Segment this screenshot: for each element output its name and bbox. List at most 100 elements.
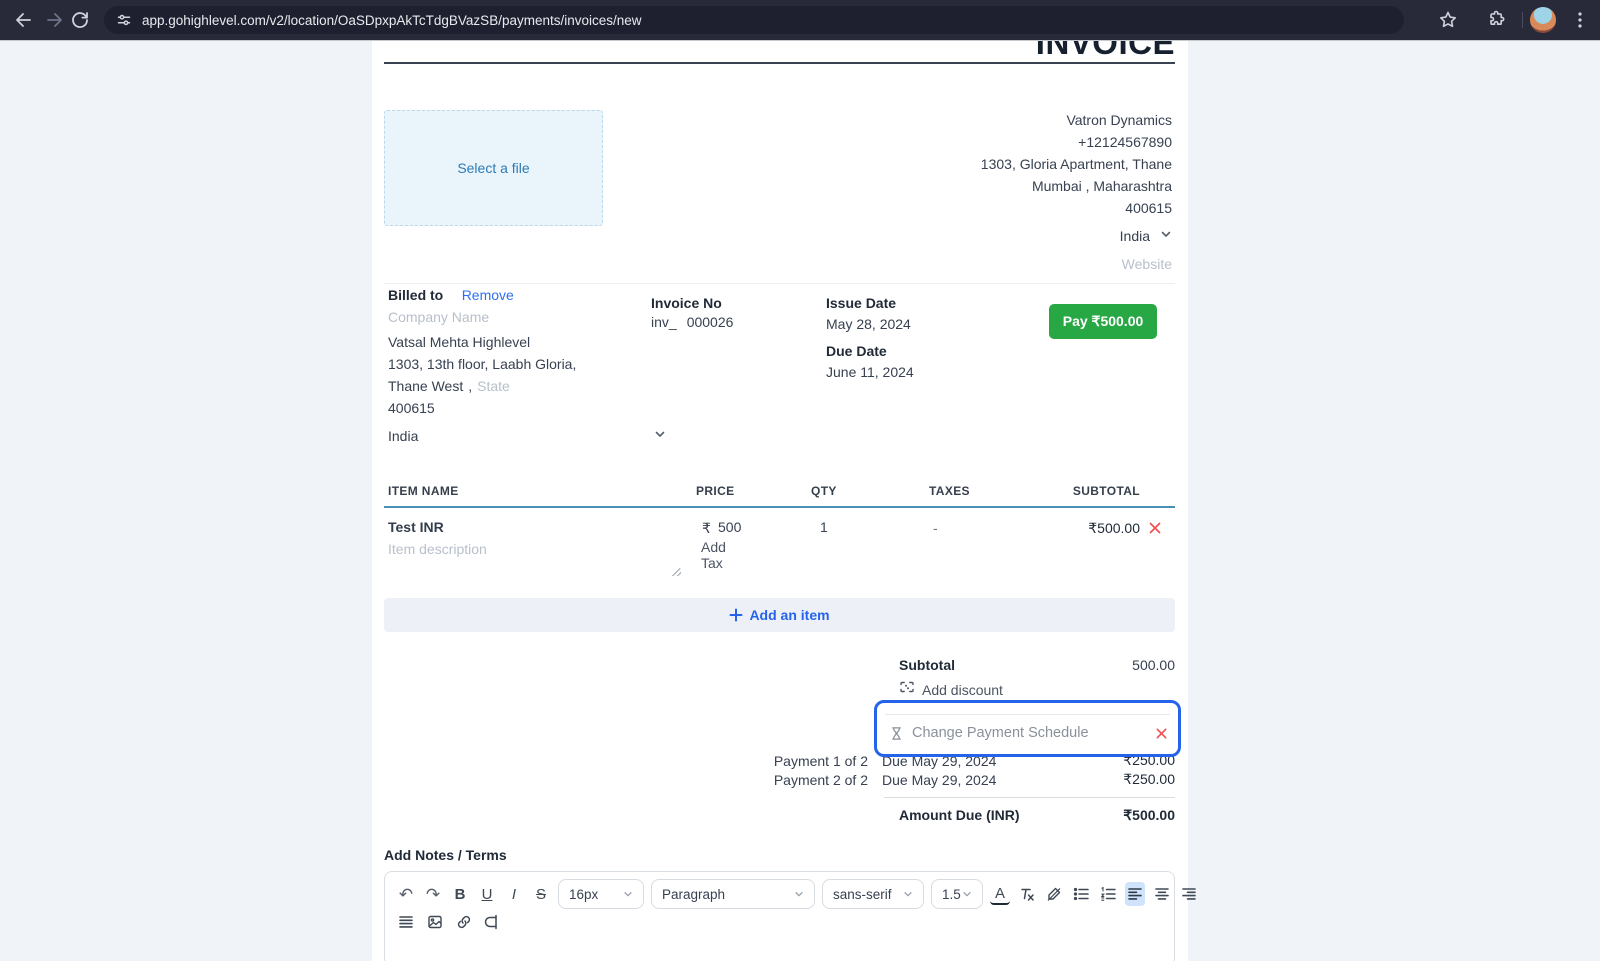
due-date-value[interactable]: June 11, 2024 bbox=[826, 364, 914, 380]
highlight-color-icon[interactable] bbox=[1044, 882, 1064, 906]
col-qty: QTY bbox=[811, 484, 837, 498]
extensions-puzzle-icon[interactable] bbox=[1484, 8, 1508, 32]
address-bar[interactable]: app.gohighlevel.com/v2/location/OaSDpxpA… bbox=[104, 6, 1404, 34]
item-name-input[interactable] bbox=[388, 519, 648, 535]
chevron-down-icon bbox=[794, 887, 804, 902]
business-name[interactable]: Vatron Dynamics bbox=[790, 109, 1172, 131]
billed-address-block: Vatsal Mehta Highlevel 1303, 13th floor,… bbox=[388, 331, 576, 419]
upload-label[interactable]: Select a file bbox=[457, 160, 529, 176]
business-address-line1[interactable]: 1303, Gloria Apartment, Thane bbox=[790, 153, 1172, 175]
business-country-value[interactable]: India bbox=[1120, 228, 1150, 244]
align-center-icon[interactable] bbox=[1152, 882, 1172, 906]
change-payment-schedule-button[interactable]: Change Payment Schedule bbox=[889, 725, 1168, 741]
invoice-no-label: Invoice No bbox=[651, 295, 722, 311]
col-item-name: ITEM NAME bbox=[388, 484, 459, 498]
notes-editor[interactable]: ↶ ↷ B U I S 16px Paragraph sans-serif 1.… bbox=[384, 871, 1175, 961]
billed-country-select[interactable]: India bbox=[388, 427, 666, 445]
change-payment-schedule-label: Change Payment Schedule bbox=[912, 725, 1147, 741]
insert-image-icon[interactable] bbox=[425, 910, 445, 934]
subtotal-value: 500.00 bbox=[1075, 657, 1175, 673]
due-date-label: Due Date bbox=[826, 343, 887, 359]
clear-format-icon[interactable] bbox=[1017, 882, 1037, 906]
custom-values-icon[interactable] bbox=[483, 910, 503, 934]
logo-upload-dropzone[interactable]: Select a file bbox=[384, 110, 603, 226]
business-phone[interactable]: +12124567890 bbox=[790, 131, 1172, 153]
chevron-down-icon bbox=[654, 427, 666, 445]
bold-button[interactable]: B bbox=[450, 882, 470, 906]
align-left-icon[interactable] bbox=[1125, 882, 1145, 906]
remove-contact-link[interactable]: Remove bbox=[462, 287, 514, 303]
underline-button[interactable]: U bbox=[477, 882, 497, 906]
issue-date-label: Issue Date bbox=[826, 295, 896, 311]
site-settings-icon[interactable] bbox=[116, 12, 132, 28]
billed-city[interactable]: Thane West bbox=[388, 375, 463, 397]
editor-toolbar-row1: ↶ ↷ B U I S 16px Paragraph sans-serif 1.… bbox=[396, 879, 1199, 909]
payment-schedule-focus-box: Change Payment Schedule bbox=[874, 700, 1181, 757]
font-family-select[interactable]: sans-serif bbox=[822, 879, 924, 909]
item-qty-input[interactable] bbox=[820, 519, 854, 535]
browser-menu-icon[interactable] bbox=[1568, 8, 1592, 32]
font-size-select[interactable]: 16px bbox=[558, 879, 644, 909]
url-text[interactable]: app.gohighlevel.com/v2/location/OaSDpxpA… bbox=[142, 13, 642, 28]
paragraph-format-select[interactable]: Paragraph bbox=[651, 879, 815, 909]
font-family-value: sans-serif bbox=[833, 887, 892, 902]
billed-address-line1[interactable]: 1303, 13th floor, Laabh Gloria, bbox=[388, 353, 576, 375]
business-address-line2[interactable]: Mumbai , Maharashtra bbox=[790, 175, 1172, 197]
bullet-list-icon[interactable] bbox=[1071, 882, 1091, 906]
notes-terms-label: Add Notes / Terms bbox=[384, 847, 507, 863]
add-item-button[interactable]: Add an item bbox=[384, 598, 1175, 632]
line-height-select[interactable]: 1.5 bbox=[931, 879, 983, 909]
ordered-list-icon[interactable] bbox=[1098, 882, 1118, 906]
chevron-down-icon bbox=[1160, 227, 1172, 245]
invoice-title-rule bbox=[384, 62, 1175, 64]
plus-icon bbox=[729, 608, 743, 622]
hourglass-icon bbox=[889, 726, 904, 741]
font-size-value: 16px bbox=[569, 887, 598, 902]
header-section-divider bbox=[384, 283, 1175, 284]
discount-ticket-icon bbox=[899, 679, 915, 700]
comma: , bbox=[468, 375, 472, 397]
add-tax-link[interactable]: Add Tax bbox=[701, 539, 726, 571]
profile-avatar[interactable] bbox=[1530, 7, 1556, 33]
insert-link-icon[interactable] bbox=[454, 910, 474, 934]
invoice-no-value[interactable]: inv_ 000026 bbox=[651, 314, 733, 330]
add-item-label: Add an item bbox=[749, 607, 829, 623]
back-icon[interactable] bbox=[11, 8, 35, 32]
textarea-resize-handle[interactable] bbox=[670, 565, 681, 576]
line-height-value: 1.5 bbox=[942, 887, 961, 902]
align-justify-icon[interactable] bbox=[396, 910, 416, 934]
billed-zip[interactable]: 400615 bbox=[388, 397, 576, 419]
add-discount-button[interactable]: Add discount bbox=[899, 679, 1003, 700]
item-description-input[interactable] bbox=[388, 541, 668, 557]
schedule-divider bbox=[885, 714, 1170, 715]
remove-schedule-icon[interactable] bbox=[1155, 727, 1168, 740]
issue-date-value[interactable]: May 28, 2024 bbox=[826, 316, 911, 332]
col-taxes: TAXES bbox=[929, 484, 970, 498]
invoice-no-number[interactable]: 000026 bbox=[687, 314, 734, 330]
payment-2-due: Due May 29, 2024 bbox=[882, 772, 996, 788]
business-website-field[interactable] bbox=[872, 256, 1172, 272]
payment-1-label: Payment 1 of 2 bbox=[384, 753, 868, 769]
payment-row-2: Payment 2 of 2 Due May 29, 2024 ₹250.00 bbox=[384, 771, 1175, 788]
business-zip[interactable]: 400615 bbox=[790, 197, 1172, 219]
align-right-icon[interactable] bbox=[1179, 882, 1199, 906]
billed-contact-name[interactable]: Vatsal Mehta Highlevel bbox=[388, 331, 576, 353]
redo-icon[interactable]: ↷ bbox=[423, 882, 443, 906]
bookmark-star-icon[interactable] bbox=[1436, 8, 1460, 32]
delete-item-icon[interactable] bbox=[1148, 521, 1162, 540]
billed-city-state-row: Thane West , bbox=[388, 375, 576, 397]
strikethrough-button[interactable]: S bbox=[531, 882, 551, 906]
pay-button[interactable]: Pay ₹500.00 bbox=[1049, 304, 1157, 339]
forward-icon[interactable] bbox=[43, 8, 67, 32]
subtotal-label: Subtotal bbox=[899, 657, 955, 673]
billed-country-value[interactable]: India bbox=[388, 428, 418, 444]
italic-button[interactable]: I bbox=[504, 882, 524, 906]
business-country-select[interactable]: India bbox=[790, 227, 1172, 246]
item-price-input[interactable] bbox=[718, 519, 768, 535]
font-color-button[interactable]: A bbox=[990, 883, 1010, 905]
invoice-builder-page: app.gohighlevel.com/v2/location/OaSDpxpA… bbox=[0, 0, 1600, 961]
reload-icon[interactable] bbox=[68, 8, 92, 32]
undo-icon[interactable]: ↶ bbox=[396, 882, 416, 906]
billed-company-field[interactable] bbox=[388, 309, 628, 325]
billed-state-field[interactable] bbox=[477, 378, 547, 394]
